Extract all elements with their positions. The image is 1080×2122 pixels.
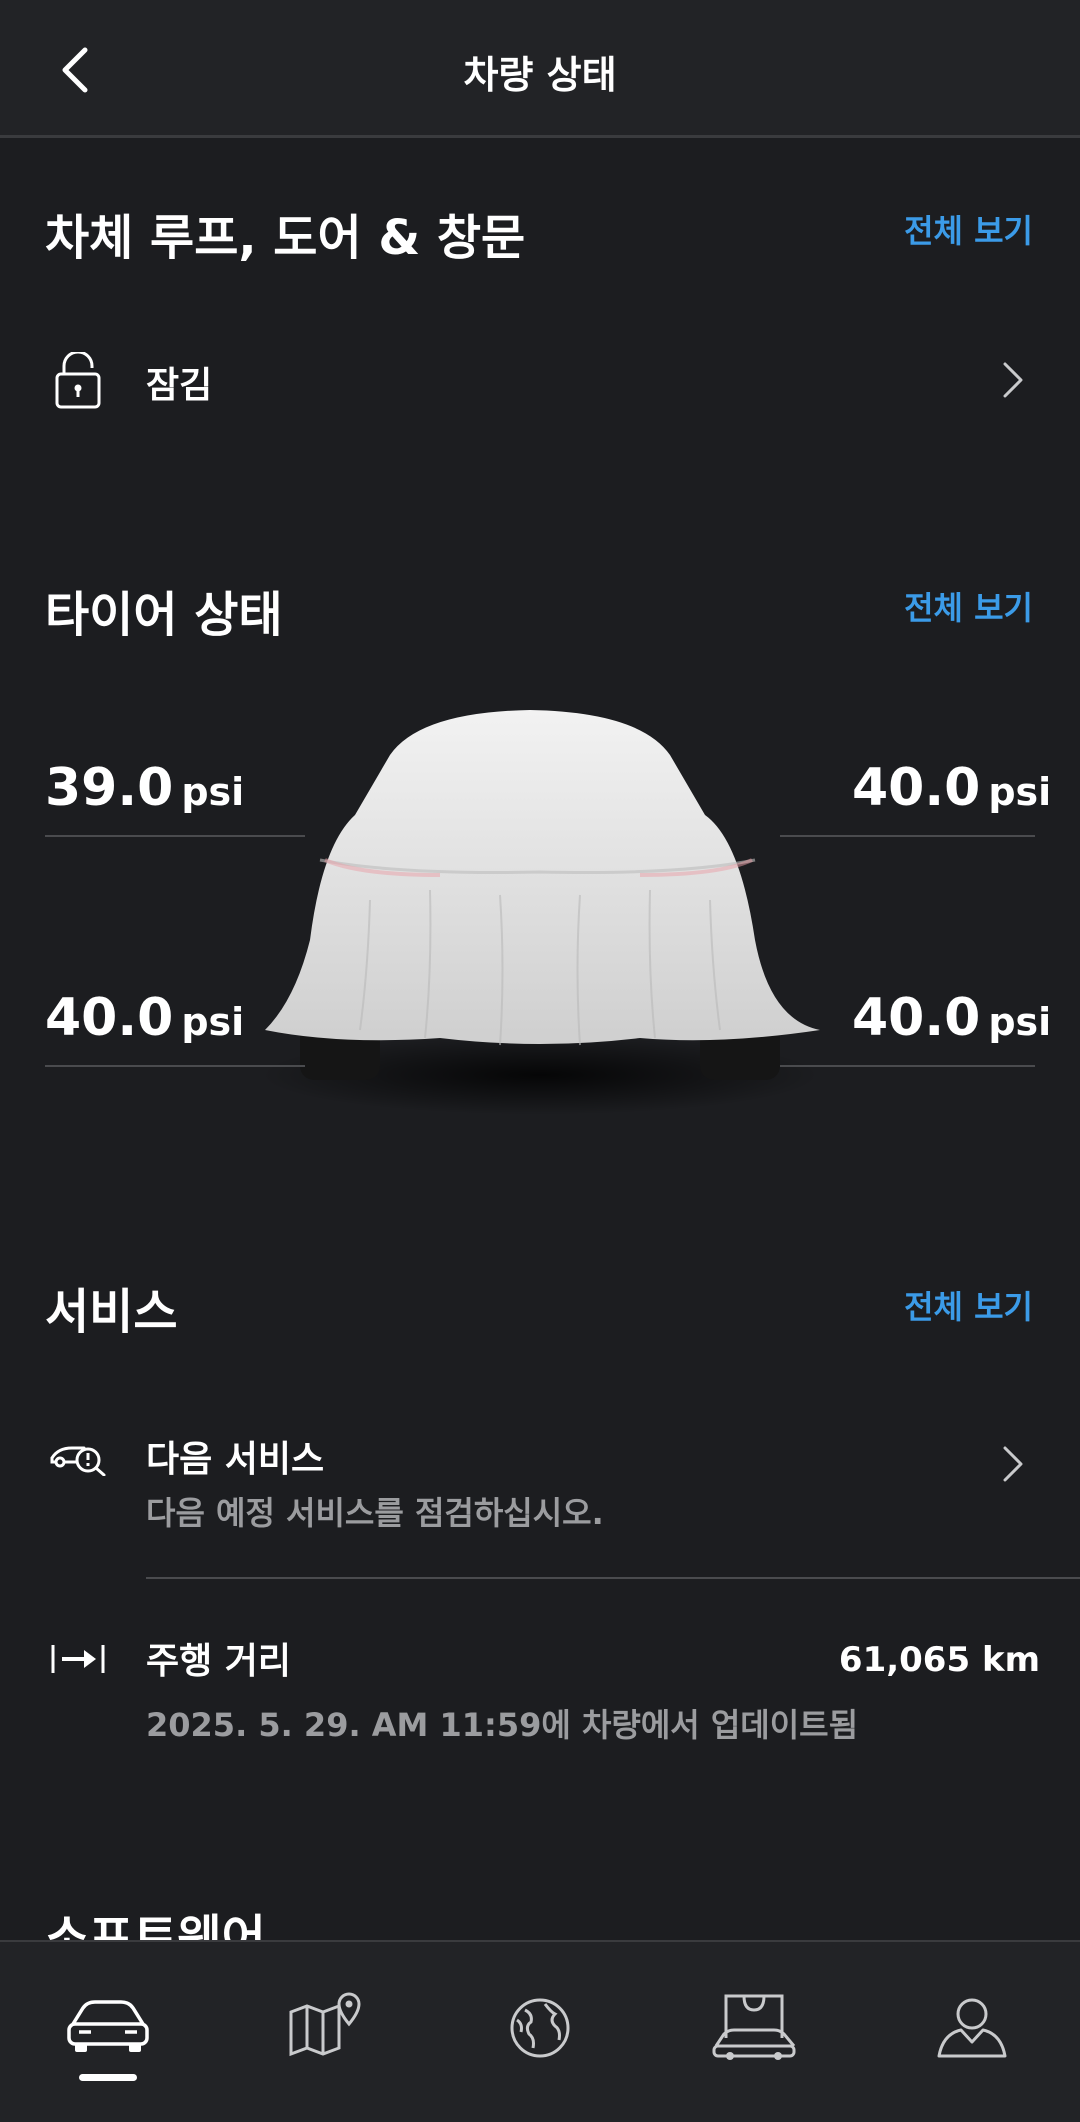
service-inspection-icon bbox=[50, 1446, 106, 1476]
mileage-updated-text: 2025. 5. 29. AM 11:59에 차량에서 업데이트됨 bbox=[146, 1706, 859, 1744]
covered-car-illustration bbox=[260, 710, 820, 1115]
mileage-row: 주행 거리 2025. 5. 29. AM 11:59에 차량에서 업데이트됨 … bbox=[0, 1632, 1080, 1752]
nav-explore-tab[interactable] bbox=[495, 1990, 585, 2070]
next-service-row[interactable]: 다음 서비스 다음 예정 서비스를 점검하십시오. bbox=[0, 1430, 1080, 1550]
nav-map-tab[interactable] bbox=[283, 1990, 373, 2070]
tire-divider bbox=[45, 835, 305, 837]
tire-section-title: 타이어 상태 bbox=[45, 587, 283, 643]
tire-rear-left-pressure: 40.0 psi bbox=[45, 988, 245, 1048]
nav-vehicle-tab[interactable] bbox=[63, 1990, 153, 2070]
tire-divider bbox=[780, 1065, 1035, 1067]
lock-icon bbox=[55, 352, 101, 409]
nav-shop-tab[interactable] bbox=[710, 1990, 800, 2070]
tire-front-left-pressure: 39.0 psi bbox=[45, 758, 245, 818]
service-section-title: 서비스 bbox=[45, 1284, 178, 1340]
car-icon bbox=[67, 2000, 149, 2052]
next-service-subtitle: 다음 예정 서비스를 점검하십시오. bbox=[146, 1494, 604, 1532]
bottom-navigation bbox=[0, 1940, 1080, 2122]
service-see-all-link[interactable]: 전체 보기 bbox=[904, 1282, 1033, 1328]
tire-rear-right-pressure: 40.0 psi bbox=[852, 988, 1052, 1048]
top-bar: 차량 상태 bbox=[0, 0, 1080, 138]
nav-active-indicator bbox=[79, 2074, 137, 2081]
service-divider bbox=[146, 1577, 1080, 1579]
tire-divider bbox=[45, 1065, 305, 1067]
mileage-arrow-icon bbox=[51, 1645, 105, 1673]
mileage-value: 61,065 km bbox=[838, 1640, 1040, 1680]
map-pin-icon bbox=[289, 1992, 361, 2057]
profile-icon bbox=[937, 1998, 1007, 2058]
chevron-right-icon bbox=[1003, 362, 1023, 398]
shopping-bag-car-icon bbox=[712, 1994, 796, 2060]
body-see-all-link[interactable]: 전체 보기 bbox=[904, 206, 1033, 252]
next-service-label: 다음 서비스 bbox=[146, 1439, 325, 1480]
body-section-title: 차체 루프, 도어 & 창문 bbox=[45, 210, 526, 266]
lock-status-row[interactable]: 잠김 bbox=[0, 340, 1080, 420]
nav-profile-tab[interactable] bbox=[927, 1990, 1017, 2070]
globe-icon bbox=[510, 1998, 570, 2058]
page-title: 차량 상태 bbox=[463, 53, 617, 97]
chevron-right-icon bbox=[1003, 1446, 1023, 1482]
mileage-label: 주행 거리 bbox=[146, 1641, 292, 1682]
lock-status-label: 잠김 bbox=[146, 365, 213, 406]
tire-see-all-link[interactable]: 전체 보기 bbox=[904, 583, 1033, 629]
tire-divider bbox=[780, 835, 1035, 837]
tire-front-right-pressure: 40.0 psi bbox=[852, 758, 1052, 818]
